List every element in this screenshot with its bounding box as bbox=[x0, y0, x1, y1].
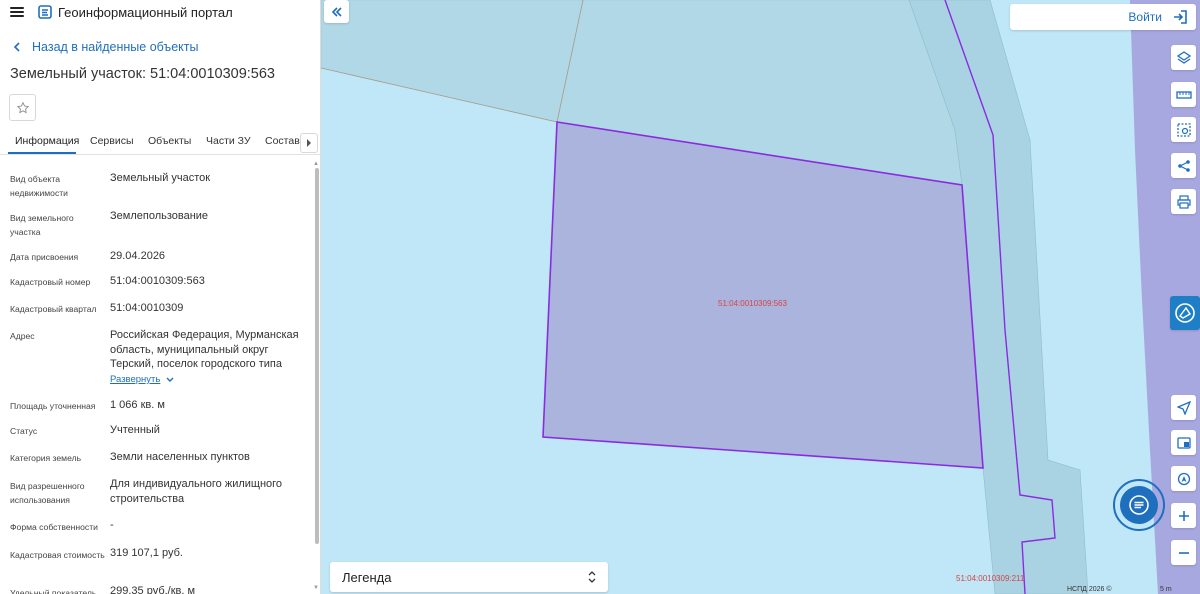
prop-label-cad-quarter: Кадастровый квартал bbox=[10, 304, 97, 314]
expand-address-label: Развернуть bbox=[110, 374, 161, 385]
geolocation-icon bbox=[1177, 472, 1190, 485]
select-area-button[interactable] bbox=[1171, 117, 1196, 142]
share-button[interactable] bbox=[1171, 153, 1196, 178]
tab-composition[interactable]: Состав bbox=[265, 135, 300, 147]
prop-value-land-kind: Землепользование bbox=[110, 210, 209, 222]
prop-label-cad-value: Кадастровая стоимость bbox=[10, 550, 105, 560]
active-tab-indicator bbox=[8, 152, 76, 154]
assistant-button[interactable] bbox=[1170, 296, 1200, 330]
prop-value-category: Земли населенных пунктов bbox=[110, 451, 250, 463]
tabs-scroll-right-button[interactable] bbox=[300, 133, 318, 153]
info-panel: Геоинформационный портал Назад в найденн… bbox=[0, 0, 321, 594]
portal-logo-icon bbox=[38, 5, 52, 19]
tab-info[interactable]: Информация bbox=[15, 135, 79, 147]
zoom-in-button[interactable] bbox=[1171, 503, 1196, 528]
zoom-out-button[interactable] bbox=[1171, 540, 1196, 565]
object-title: Земельный участок: 51:04:0010309:563 bbox=[10, 66, 275, 82]
layers-button[interactable] bbox=[1171, 45, 1196, 70]
back-link[interactable]: Назад в найденные объекты bbox=[12, 40, 198, 54]
prop-value-ownership: - bbox=[110, 519, 114, 531]
prop-value-permitted-use: Для индивидуального жилищного строительс… bbox=[110, 478, 283, 505]
prop-label-address: Адрес bbox=[10, 331, 35, 341]
legend-label: Легенда bbox=[342, 569, 392, 585]
chat-icon bbox=[1129, 495, 1149, 515]
menu-icon[interactable] bbox=[10, 7, 24, 17]
locate-icon bbox=[1176, 400, 1191, 415]
login-label: Войти bbox=[1128, 10, 1162, 24]
map-canvas bbox=[321, 0, 1200, 594]
scroll-up-arrow[interactable]: ▲ bbox=[313, 161, 319, 167]
prop-label-specific-value: Удельный показатель bbox=[10, 588, 97, 594]
print-button[interactable] bbox=[1171, 189, 1196, 214]
scroll-down-arrow[interactable]: ▼ bbox=[313, 585, 319, 591]
prop-label-cad-number: Кадастровый номер bbox=[10, 277, 91, 287]
prop-label-ownership: Форма собственности bbox=[10, 522, 98, 532]
minimap-button[interactable] bbox=[1171, 430, 1196, 455]
chat-button-inner bbox=[1120, 486, 1158, 524]
expand-address-link[interactable]: Развернуть bbox=[110, 374, 174, 385]
selected-parcel-label: 51:04:0010309:563 bbox=[718, 299, 787, 308]
back-link-label: Назад в найденные объекты bbox=[32, 40, 199, 54]
print-icon bbox=[1176, 194, 1191, 209]
share-icon bbox=[1177, 159, 1190, 172]
layers-icon bbox=[1176, 50, 1191, 64]
login-icon bbox=[1174, 10, 1187, 24]
ruler-button[interactable] bbox=[1171, 82, 1196, 107]
prop-label-permitted-use: Вид разрешенного использования bbox=[10, 481, 85, 505]
chevron-left-icon bbox=[13, 42, 20, 52]
collapse-panel-button[interactable] bbox=[324, 0, 349, 23]
map-view[interactable]: 51:04:0010309:563 51:04:0010309:211 bbox=[321, 0, 1200, 594]
ruler-icon bbox=[1175, 90, 1192, 99]
star-icon bbox=[16, 101, 29, 113]
prop-value-specific-value: 299,35 руб./кв. м bbox=[110, 585, 196, 594]
tab-bar: Информация Сервисы Объекты Части ЗУ Сост… bbox=[0, 131, 320, 155]
prop-label-land-kind: Вид земельного участка bbox=[10, 213, 74, 237]
chevron-down-icon bbox=[166, 377, 174, 382]
tab-parts[interactable]: Части ЗУ bbox=[206, 135, 251, 147]
prop-value-area: 1 066 кв. м bbox=[110, 399, 165, 411]
prop-value-cad-quarter: 51:04:0010309 bbox=[110, 302, 184, 314]
chat-button[interactable] bbox=[1113, 479, 1165, 531]
prop-label-status: Статус bbox=[10, 426, 38, 436]
prop-value-type: Земельный участок bbox=[110, 172, 211, 184]
tab-services[interactable]: Сервисы bbox=[90, 135, 134, 147]
chevron-up-down-icon bbox=[588, 571, 596, 583]
prop-value-cad-number: 51:04:0010309:563 bbox=[110, 275, 205, 287]
prop-value-status: Учтенный bbox=[110, 424, 160, 436]
prop-label-type: Вид объекта недвижимости bbox=[10, 174, 68, 198]
plus-icon bbox=[1178, 510, 1189, 521]
scrollbar-thumb[interactable] bbox=[315, 168, 319, 544]
login-button[interactable]: Войти bbox=[1010, 4, 1196, 30]
favorite-button[interactable] bbox=[9, 94, 36, 121]
minus-icon bbox=[1178, 551, 1189, 554]
locate-button[interactable] bbox=[1171, 395, 1196, 420]
minimap-icon bbox=[1176, 436, 1191, 449]
prop-value-date: 29.04.2026 bbox=[110, 250, 166, 262]
map-copyright: НСПД 2026 © bbox=[1067, 586, 1112, 593]
tab-objects[interactable]: Объекты bbox=[148, 135, 191, 147]
geolocation-button[interactable] bbox=[1171, 466, 1196, 491]
prop-value-cad-value: 319 107,1 руб. bbox=[110, 547, 183, 559]
legend-dropdown[interactable]: Легенда bbox=[330, 562, 608, 592]
select-area-icon bbox=[1176, 122, 1191, 137]
double-chevron-left-icon bbox=[331, 6, 342, 17]
prop-label-category: Категория земель bbox=[10, 453, 82, 463]
caret-right-icon bbox=[307, 139, 311, 147]
top-bar: Геоинформационный портал bbox=[0, 0, 320, 24]
map-scale: 5 m bbox=[1160, 586, 1172, 593]
prop-value-address: Российская Федерация, Мурманская область… bbox=[110, 329, 299, 371]
portal-title: Геоинформационный портал bbox=[58, 4, 233, 20]
prop-label-area: Площадь уточненная bbox=[10, 401, 96, 411]
assistant-logo-icon bbox=[1175, 303, 1195, 323]
prop-label-date: Дата присвоения bbox=[10, 252, 79, 262]
neighbor-parcel-label: 51:04:0010309:211 bbox=[956, 574, 1025, 583]
